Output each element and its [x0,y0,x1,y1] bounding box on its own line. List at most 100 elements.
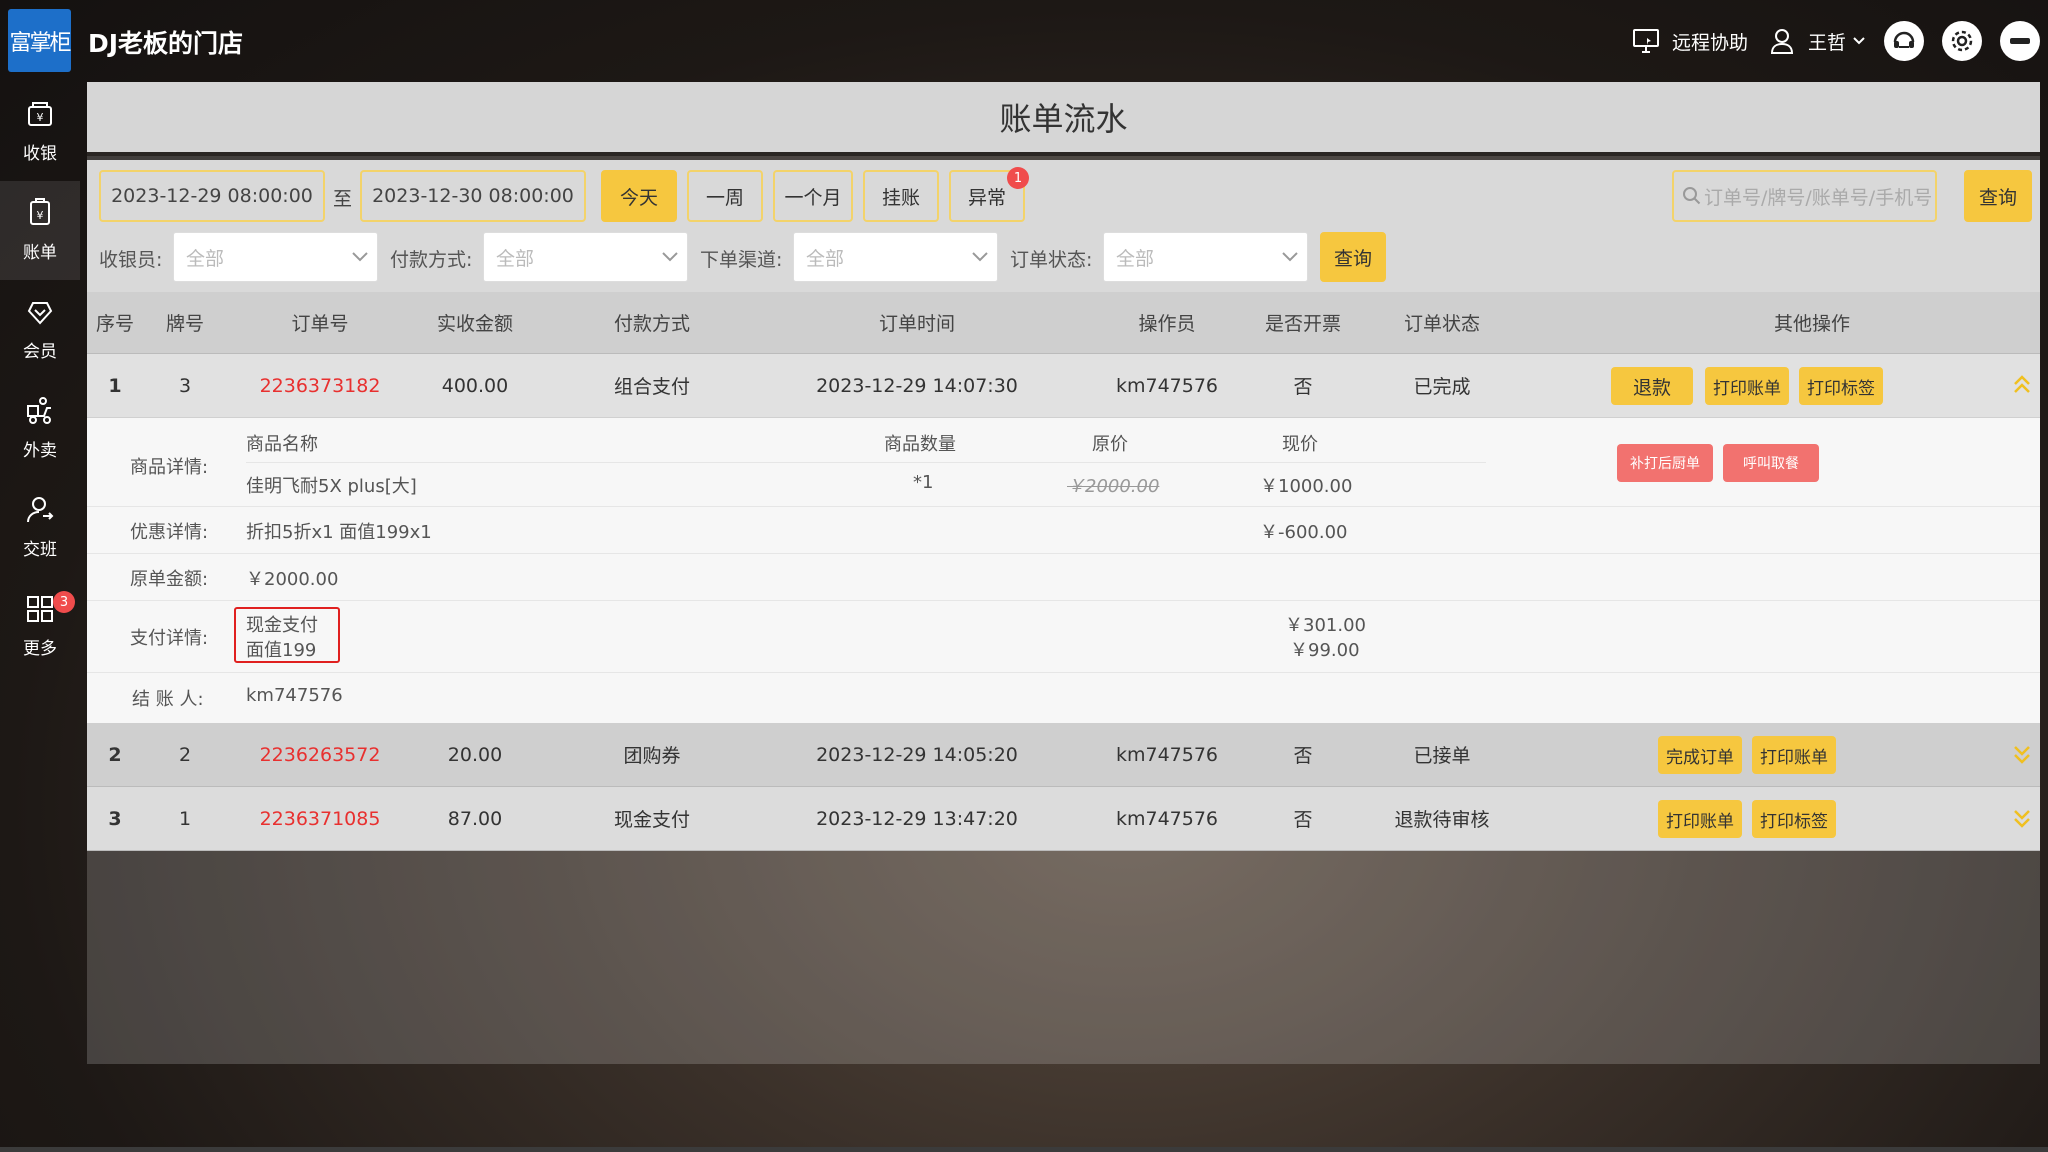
divider [87,672,2040,673]
shift-icon [27,497,54,523]
payment-select[interactable]: 全部 [483,232,688,282]
app-logo: 富掌柜 [8,9,72,72]
col-time: 订单时间 [878,313,955,335]
call-pickup-button[interactable]: 呼叫取餐 [1723,444,1819,482]
goods-orig-price: ￥2000.00 [1067,476,1160,497]
search-button[interactable]: 查询 [1964,170,2032,222]
table-header: 序号 牌号 订单号 实收金额 付款方式 订单时间 操作员 是否开票 订单状态 其… [87,292,2040,354]
sidebar: ¥ 收银 ¥ 账单 会员 外卖 交班 更多 3 [0,82,80,676]
row-seq: 3 [108,807,122,830]
print-bill-button[interactable]: 打印账单 [1705,367,1789,405]
remote-help-label: 远程协助 [1671,31,1748,54]
end-date-input[interactable]: 2023-12-30 08:00:00 [360,170,586,222]
page-title: 账单流水 [87,82,2040,156]
goods-name: 佳明飞耐5X plus[大] [246,476,417,497]
chevron-down-icon [972,252,988,262]
discount-desc: 折扣5折x1 面值199x1 [246,522,432,543]
goods-header-now: 现价 [1282,434,1318,455]
search-icon [1683,187,1701,205]
gear-icon [1951,30,1973,52]
sidebar-item-bill[interactable]: ¥ 账单 [0,181,80,280]
sidebar-item-delivery[interactable]: 外卖 [0,379,80,478]
payment-amount-1: ￥301.00 [1285,615,1366,636]
user-menu[interactable]: 王哲 [1768,27,1866,55]
row-status: 已完成 [1413,376,1471,398]
row-plate: 2 [178,743,192,766]
start-date-input[interactable]: 2023-12-29 08:00:00 [99,170,325,222]
headset-icon [1893,31,1915,48]
sidebar-item-label: 账单 [23,243,57,263]
top-bar: 富掌柜 DJ老板的门店 远程协助 王哲 [0,0,2048,82]
settler-label: 结 账 人: [132,689,204,710]
col-status: 订单状态 [1403,313,1480,335]
query-button[interactable]: 查询 [1320,232,1386,282]
channel-value: 全部 [806,247,845,270]
sidebar-item-label: 更多 [23,639,57,659]
sidebar-item-cashier[interactable]: ¥ 收银 [0,82,80,181]
monitor-icon [1632,29,1659,53]
goods-qty: *1 [913,472,934,493]
payment-label: 付款方式: [390,249,473,271]
cashier-label: 收银员: [99,249,163,271]
settings-button[interactable] [1942,21,1982,61]
user-icon [1770,29,1793,54]
row-plate: 3 [178,374,192,397]
cashier-select[interactable]: 全部 [173,232,378,282]
week-button[interactable]: 一周 [687,170,763,222]
today-button[interactable]: 今天 [601,170,677,222]
col-pay: 付款方式 [613,313,690,335]
col-actions: 其他操作 [1773,313,1850,335]
filter-area: 2023-12-29 08:00:00 至 2023-12-30 08:00:0… [87,160,2040,292]
member-icon [27,302,53,325]
row-time: 2023-12-29 14:05:20 [816,743,1018,766]
status-value: 全部 [1116,247,1155,270]
cashier-value: 全部 [186,247,225,270]
channel-label: 下单渠道: [700,249,783,271]
search-input[interactable]: 订单号/牌号/账单号/手机号 [1672,170,1937,222]
expand-icon[interactable] [2012,807,2032,829]
sidebar-item-member[interactable]: 会员 [0,280,80,379]
sidebar-item-more[interactable]: 更多 3 [0,577,80,676]
minimize-button[interactable] [2000,21,2040,61]
kitchen-reprint-button[interactable]: 补打后厨单 [1617,444,1713,482]
row-status: 退款待审核 [1394,809,1490,831]
channel-select[interactable]: 全部 [793,232,998,282]
row-invoice: 否 [1293,809,1313,831]
row-order-no[interactable]: 2236263572 [260,723,381,786]
collapse-icon[interactable] [2012,374,2032,396]
credit-button[interactable]: 挂账 [863,170,939,222]
sidebar-item-label: 会员 [23,342,57,362]
print-bill-button[interactable]: 打印账单 [1658,800,1742,838]
complete-order-button[interactable]: 完成订单 [1658,736,1742,774]
table-row[interactable]: 1 3 2236373182 400.00 组合支付 2023-12-29 14… [87,354,2040,418]
divider [246,462,1486,463]
sidebar-item-label: 收银 [23,144,57,164]
row-seq: 1 [108,374,122,397]
bottom-edge [0,1147,2048,1152]
status-select[interactable]: 全部 [1103,232,1308,282]
more-badge: 3 [53,591,75,613]
table-row[interactable]: 2 2 2236263572 20.00 团购券 2023-12-29 14:0… [87,723,2040,787]
col-plate: 牌号 [165,313,204,335]
payment-amount-2: ￥99.00 [1290,640,1360,661]
support-button[interactable] [1884,21,1924,61]
expand-icon[interactable] [2012,743,2032,765]
table-row[interactable]: 3 1 2236371085 87.00 现金支付 2023-12-29 13:… [87,787,2040,851]
row-status: 已接单 [1413,745,1471,767]
month-button[interactable]: 一个月 [773,170,853,222]
refund-button[interactable]: 退款 [1611,367,1693,405]
print-bill-button[interactable]: 打印账单 [1752,736,1836,774]
row-order-no[interactable]: 2236373182 [260,354,381,417]
print-label-button[interactable]: 打印标签 [1752,800,1836,838]
delivery-icon [27,397,51,424]
print-label-button[interactable]: 打印标签 [1799,367,1883,405]
chevron-down-icon [662,252,678,262]
sidebar-item-shift[interactable]: 交班 [0,478,80,577]
svg-text:¥: ¥ [37,209,44,222]
row-time: 2023-12-29 13:47:20 [816,807,1018,830]
remote-help-button[interactable]: 远程协助 [1632,28,1748,55]
row-operator: km747576 [1115,374,1219,397]
row-order-no[interactable]: 2236371085 [260,787,381,850]
goods-now-price: ￥1000.00 [1260,476,1353,497]
chevron-down-icon [352,252,368,262]
